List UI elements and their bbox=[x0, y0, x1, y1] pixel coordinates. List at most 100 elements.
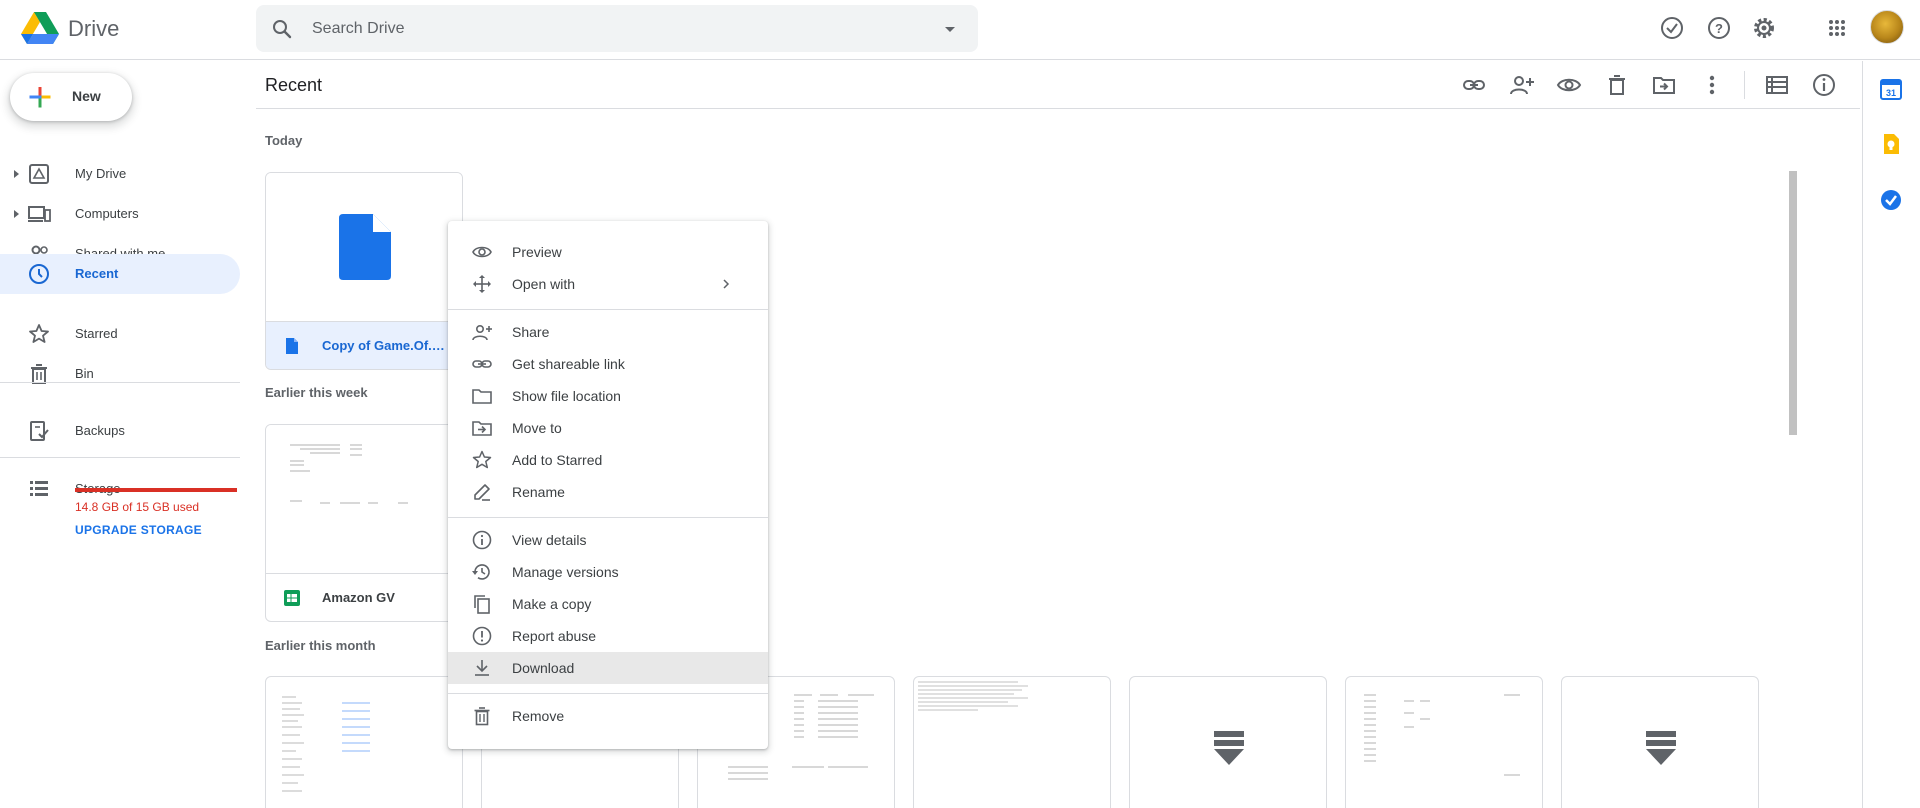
svg-text:31: 31 bbox=[1886, 88, 1896, 98]
preview-eye-icon[interactable] bbox=[1556, 72, 1582, 98]
sidebar-item-my-drive[interactable]: My Drive bbox=[0, 154, 240, 194]
menu-item-show-file-location[interactable]: Show file location bbox=[448, 380, 768, 412]
keep-icon[interactable] bbox=[1880, 133, 1902, 155]
star-icon bbox=[29, 324, 49, 343]
sidebar-item-recent[interactable]: Recent bbox=[0, 254, 240, 294]
search-bar[interactable] bbox=[256, 5, 978, 52]
section-heading-today: Today bbox=[265, 133, 303, 148]
file-name: Amazon GV bbox=[322, 590, 395, 605]
clock-icon bbox=[29, 264, 49, 284]
sidebar-item-label: Starred bbox=[75, 326, 118, 341]
file-card[interactable] bbox=[1129, 676, 1327, 808]
section-heading-earlier-this-month: Earlier this month bbox=[265, 638, 376, 653]
toolbar-separator bbox=[1744, 71, 1745, 99]
file-card[interactable] bbox=[1561, 676, 1759, 808]
sheet-preview-graphic bbox=[1364, 694, 1520, 776]
share-icon bbox=[472, 324, 492, 341]
sidebar-divider bbox=[0, 457, 240, 458]
sidebar-item-starred[interactable]: Starred bbox=[0, 314, 240, 354]
file-card-footer: Amazon GV bbox=[266, 573, 462, 621]
menu-item-manage-versions[interactable]: Manage versions bbox=[448, 556, 768, 588]
menu-item-label: Share bbox=[512, 324, 550, 340]
new-button[interactable]: New bbox=[10, 73, 132, 121]
new-button-label: New bbox=[72, 88, 101, 104]
list-view-icon[interactable] bbox=[1764, 72, 1790, 98]
sidebar-divider bbox=[0, 382, 240, 383]
move-to-icon bbox=[472, 421, 492, 436]
view-details-info-icon[interactable] bbox=[1811, 72, 1837, 98]
help-icon[interactable]: ? bbox=[1705, 14, 1733, 42]
google-sheets-icon bbox=[284, 590, 300, 606]
file-card[interactable] bbox=[1345, 676, 1543, 808]
download-file-type-icon bbox=[1646, 731, 1676, 765]
menu-item-report-abuse[interactable]: Report abuse bbox=[448, 620, 768, 652]
download-file-type-icon bbox=[1214, 731, 1244, 765]
get-link-icon[interactable] bbox=[1461, 72, 1487, 98]
expand-caret-icon[interactable] bbox=[12, 168, 20, 180]
sidebar-item-computers[interactable]: Computers bbox=[0, 194, 240, 234]
document-preview-graphic bbox=[282, 696, 370, 792]
search-icon[interactable] bbox=[270, 17, 294, 41]
menu-item-preview[interactable]: Preview bbox=[448, 236, 768, 268]
upgrade-storage-link[interactable]: UPGRADE STORAGE bbox=[75, 523, 202, 537]
menu-item-label: View details bbox=[512, 532, 587, 548]
file-card[interactable]: Copy of Game.Of.Th… bbox=[265, 172, 463, 370]
offline-ready-icon[interactable] bbox=[1658, 14, 1686, 42]
menu-item-make-a-copy[interactable]: Make a copy bbox=[448, 588, 768, 620]
share-icon[interactable] bbox=[1509, 72, 1535, 98]
calendar-icon[interactable]: 31 bbox=[1880, 78, 1902, 100]
menu-separator bbox=[448, 309, 768, 310]
download-icon bbox=[475, 660, 489, 676]
expand-caret-icon[interactable] bbox=[12, 208, 20, 220]
drive-logo-icon[interactable] bbox=[20, 10, 60, 46]
settings-gear-icon[interactable] bbox=[1750, 14, 1778, 42]
top-header: Drive ? bbox=[0, 0, 1920, 60]
account-avatar[interactable] bbox=[1870, 10, 1904, 44]
section-heading-earlier-this-week: Earlier this week bbox=[265, 385, 368, 400]
file-card[interactable] bbox=[913, 676, 1111, 808]
sidebar-item-backups[interactable]: Backups bbox=[0, 411, 240, 451]
move-to-folder-icon[interactable] bbox=[1651, 72, 1677, 98]
link-icon bbox=[472, 360, 492, 368]
file-card[interactable]: Amazon GV bbox=[265, 424, 463, 622]
menu-item-add-to-starred[interactable]: Add to Starred bbox=[448, 444, 768, 476]
context-menu: Preview Open with Share Get shareable li… bbox=[448, 221, 768, 749]
menu-item-label: Get shareable link bbox=[512, 356, 625, 372]
backups-icon bbox=[30, 421, 49, 441]
search-input[interactable] bbox=[312, 5, 872, 52]
trash-icon bbox=[474, 707, 490, 726]
alert-icon bbox=[472, 626, 492, 646]
toolbar: Recent bbox=[256, 61, 1860, 109]
menu-item-remove[interactable]: Remove bbox=[448, 700, 768, 732]
remove-trash-icon[interactable] bbox=[1604, 72, 1630, 98]
menu-item-download[interactable]: Download bbox=[448, 652, 768, 684]
menu-item-label: Report abuse bbox=[512, 628, 597, 644]
menu-item-get-shareable-link[interactable]: Get shareable link bbox=[448, 348, 768, 380]
scrollbar-thumb[interactable] bbox=[1789, 171, 1797, 435]
menu-item-open-with[interactable]: Open with bbox=[448, 268, 768, 300]
menu-item-label: Rename bbox=[512, 484, 565, 500]
file-card[interactable] bbox=[265, 676, 463, 808]
menu-item-label: Manage versions bbox=[512, 564, 619, 580]
spreadsheet-preview-graphic bbox=[290, 444, 408, 504]
more-actions-icon[interactable] bbox=[1699, 72, 1725, 98]
side-panel: 31 bbox=[1862, 61, 1920, 808]
sidebar-item-label: Bin bbox=[75, 366, 94, 381]
app-name[interactable]: Drive bbox=[68, 16, 119, 42]
menu-item-rename[interactable]: Rename bbox=[448, 476, 768, 508]
menu-item-label: Show file location bbox=[512, 388, 621, 404]
sidebar-item-label: Computers bbox=[75, 206, 139, 221]
menu-item-move-to[interactable]: Move to bbox=[448, 412, 768, 444]
file-card-footer: Copy of Game.Of.Th… bbox=[266, 321, 462, 369]
storage-usage-text: 14.8 GB of 15 GB used bbox=[75, 500, 200, 514]
file-name: Copy of Game.Of.Th… bbox=[322, 338, 452, 353]
tasks-icon[interactable] bbox=[1880, 189, 1902, 211]
menu-separator bbox=[448, 517, 768, 518]
sidebar-item-bin[interactable]: Bin bbox=[0, 354, 240, 394]
google-doc-icon bbox=[286, 338, 298, 354]
menu-item-view-details[interactable]: View details bbox=[448, 524, 768, 556]
menu-item-share[interactable]: Share bbox=[448, 316, 768, 348]
menu-item-label: Add to Starred bbox=[512, 452, 603, 468]
apps-grid-icon[interactable] bbox=[1823, 14, 1851, 42]
search-options-dropdown-icon[interactable] bbox=[938, 17, 962, 41]
